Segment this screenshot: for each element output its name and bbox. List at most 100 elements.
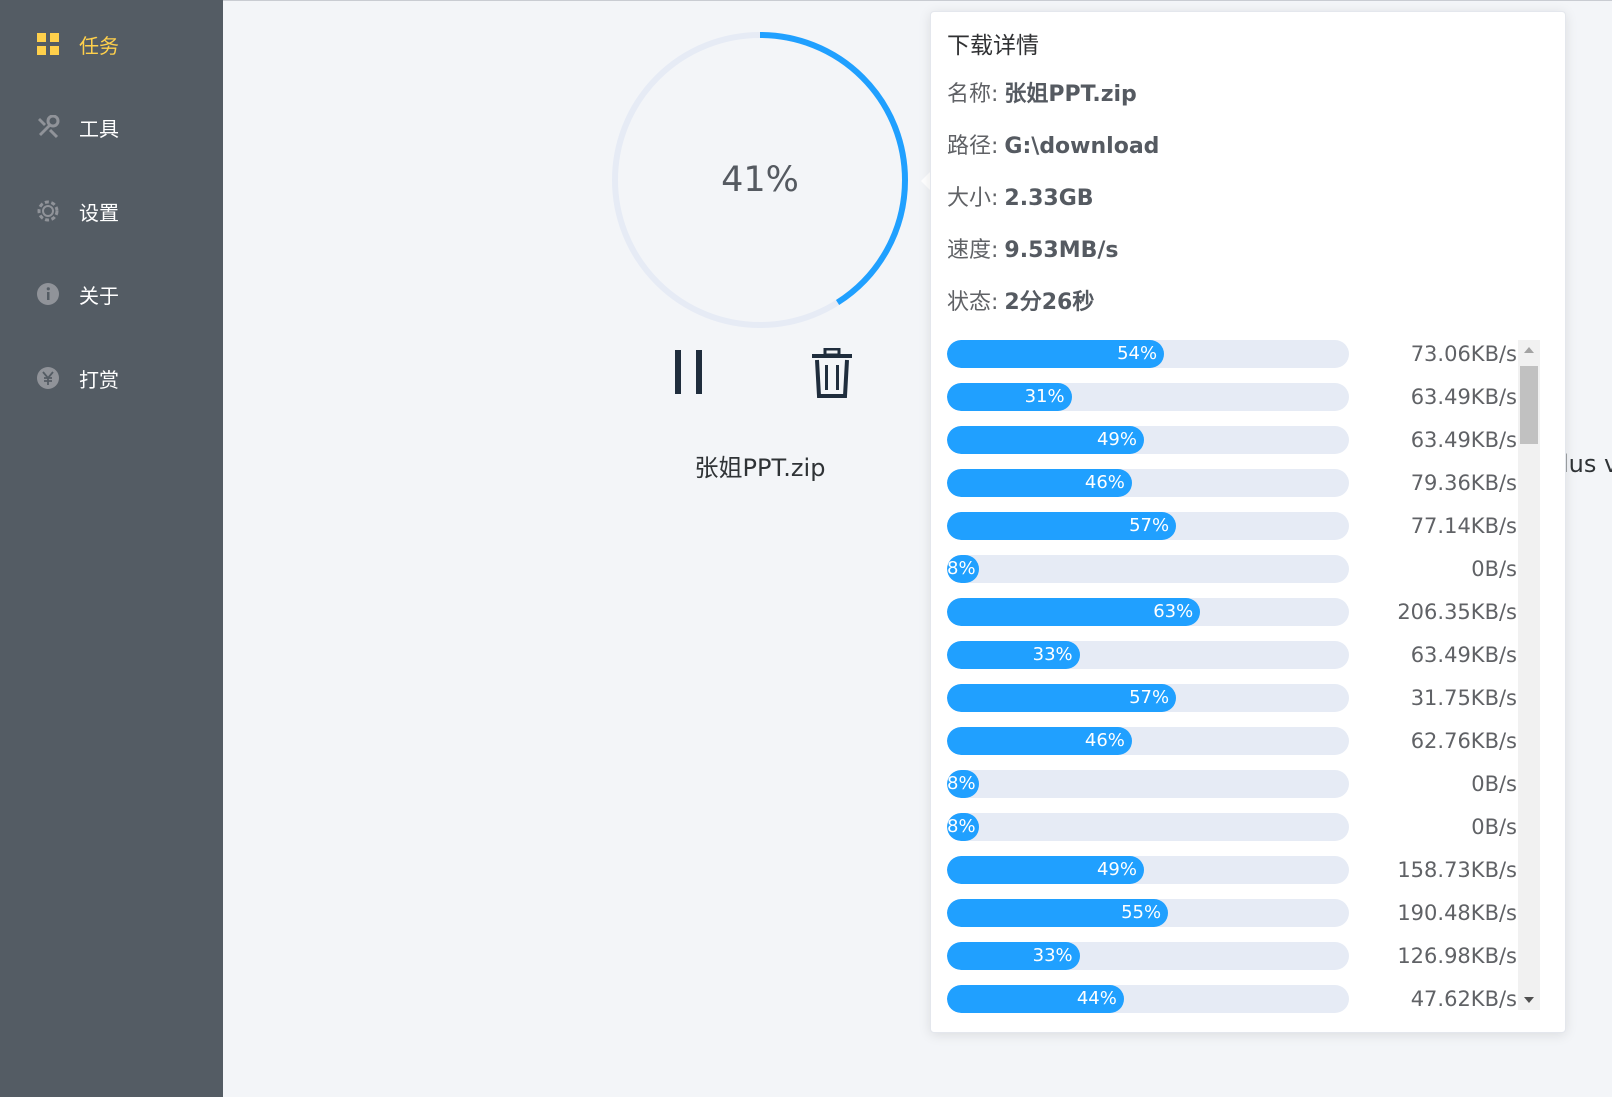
grid-icon xyxy=(37,33,59,55)
gear-icon xyxy=(37,200,59,222)
chunk-row: 63% 206.35KB/s xyxy=(947,598,1517,626)
popover-arrow xyxy=(921,172,930,190)
chunk-speed: 206.35KB/s xyxy=(1397,600,1517,624)
chunk-progress-bar: 46% xyxy=(947,469,1349,497)
chunk-progress-label: 44% xyxy=(1076,988,1117,1009)
chunk-progress-label: 46% xyxy=(1084,472,1125,493)
chunk-speed: 0B/s xyxy=(1471,772,1517,796)
sidebar-item-settings[interactable]: 设置 xyxy=(0,181,223,241)
chunk-row: 31% 63.49KB/s xyxy=(947,383,1517,411)
chunk-row: 8% 0B/s xyxy=(947,813,1517,841)
chunk-progress-bar: 33% xyxy=(947,641,1349,669)
chunk-speed: 73.06KB/s xyxy=(1410,342,1517,366)
chunk-speed: 62.76KB/s xyxy=(1410,729,1517,753)
sidebar-item-tasks[interactable]: 任务 xyxy=(0,14,223,74)
scrollbar-thumb[interactable] xyxy=(1520,366,1538,444)
chunk-progress-fill: 8% xyxy=(947,555,980,583)
chunk-progress-label: 33% xyxy=(1032,945,1073,966)
chunk-progress-bar: 54% xyxy=(947,340,1349,368)
chunk-row: 46% 62.76KB/s xyxy=(947,727,1517,755)
info-icon xyxy=(37,283,59,305)
chunk-progress-fill: 31% xyxy=(947,383,1072,411)
chunk-progress-bar: 31% xyxy=(947,383,1349,411)
chunk-row: 8% 0B/s xyxy=(947,555,1517,583)
sidebar-item-about[interactable]: 关于 xyxy=(0,264,223,324)
progress-percent: 41% xyxy=(721,160,799,200)
info-label: 状态: xyxy=(947,290,999,315)
info-name-row: 名称: 张姐PPT.zip xyxy=(947,76,1137,108)
chunk-progress-label: 55% xyxy=(1121,902,1162,923)
chunk-progress-label: 49% xyxy=(1096,859,1137,880)
sidebar-item-label: 任务 xyxy=(79,33,119,58)
chunk-progress-label: 63% xyxy=(1153,601,1194,622)
chunk-progress-label: 8% xyxy=(947,773,976,794)
chunk-progress-fill: 33% xyxy=(947,942,1080,970)
chunk-speed: 31.75KB/s xyxy=(1410,686,1517,710)
chunk-row: 49% 63.49KB/s xyxy=(947,426,1517,454)
sidebar: 任务 工具 设置 关于 打赏 xyxy=(0,0,223,1097)
chunk-row: 57% 31.75KB/s xyxy=(947,684,1517,712)
sidebar-item-label: 设置 xyxy=(79,200,119,225)
info-label: 大小: xyxy=(947,186,999,211)
chunk-row: 44% 47.62KB/s xyxy=(947,985,1517,1013)
chunk-progress-label: 31% xyxy=(1024,386,1065,407)
chunk-progress-bar: 63% xyxy=(947,598,1349,626)
next-card-peek: lus v xyxy=(1562,450,1612,478)
chunk-row: 55% 190.48KB/s xyxy=(947,899,1517,927)
chunk-progress-bar: 8% xyxy=(947,813,1349,841)
chunk-row: 57% 77.14KB/s xyxy=(947,512,1517,540)
chunk-progress-label: 8% xyxy=(947,558,976,579)
sidebar-item-label: 打赏 xyxy=(79,367,119,392)
chunk-row: 33% 63.49KB/s xyxy=(947,641,1517,669)
chunk-progress-fill: 63% xyxy=(947,598,1201,626)
info-status-row: 状态: 2分26秒 xyxy=(947,284,1094,316)
info-value: 9.53MB/s xyxy=(1004,238,1119,263)
wrench-icon xyxy=(38,115,60,139)
chunk-progress-bar: 33% xyxy=(947,942,1349,970)
chunk-progress-label: 8% xyxy=(947,816,976,837)
info-value: 2分26秒 xyxy=(1004,290,1095,315)
info-size-row: 大小: 2.33GB xyxy=(947,180,1094,212)
sidebar-item-tools[interactable]: 工具 xyxy=(0,97,223,157)
info-speed-row: 速度: 9.53MB/s xyxy=(947,232,1119,264)
chunk-speed: 77.14KB/s xyxy=(1410,514,1517,538)
chunk-list-scrollbar[interactable] xyxy=(1518,340,1540,1010)
chunk-progress-label: 57% xyxy=(1129,515,1170,536)
chunk-progress-fill: 49% xyxy=(947,856,1144,884)
chunk-progress-bar: 55% xyxy=(947,899,1349,927)
chunk-progress-fill: 57% xyxy=(947,512,1177,540)
chunk-progress-fill: 44% xyxy=(947,985,1124,1013)
chunk-speed: 0B/s xyxy=(1471,557,1517,581)
chunk-speed: 63.49KB/s xyxy=(1410,385,1517,409)
trash-icon[interactable] xyxy=(810,348,854,398)
scroll-down-arrow-icon[interactable] xyxy=(1518,990,1540,1010)
chunk-progress-bar: 8% xyxy=(947,555,1349,583)
scroll-up-arrow-icon[interactable] xyxy=(1518,340,1540,360)
chunk-speed: 63.49KB/s xyxy=(1410,643,1517,667)
chunk-progress-label: 57% xyxy=(1129,687,1170,708)
download-details-popover: 下载详情 名称: 张姐PPT.zip 路径: G:\download 大小: 2.33… xyxy=(930,11,1566,1033)
chunk-progress-fill: 49% xyxy=(947,426,1144,454)
sidebar-item-label: 关于 xyxy=(79,283,119,308)
chunk-row: 8% 0B/s xyxy=(947,770,1517,798)
info-label: 名称: xyxy=(947,82,999,107)
pause-icon[interactable] xyxy=(670,348,710,396)
chunk-progress-fill: 8% xyxy=(947,813,980,841)
info-label: 速度: xyxy=(947,238,999,263)
chunk-progress-bar: 46% xyxy=(947,727,1349,755)
chunk-progress-fill: 46% xyxy=(947,469,1132,497)
info-value: 张姐PPT.zip xyxy=(1004,82,1137,107)
chunk-progress-fill: 8% xyxy=(947,770,980,798)
chunk-progress-bar: 57% xyxy=(947,512,1349,540)
top-divider xyxy=(223,0,1612,1)
chunk-speed: 79.36KB/s xyxy=(1410,471,1517,495)
info-path-row: 路径: G:\download xyxy=(947,128,1159,160)
chunk-progress-fill: 57% xyxy=(947,684,1177,712)
sidebar-item-donate[interactable]: 打赏 xyxy=(0,348,223,408)
chunk-progress-fill: 46% xyxy=(947,727,1132,755)
chunk-progress-label: 46% xyxy=(1084,730,1125,751)
chunk-progress-label: 54% xyxy=(1117,343,1158,364)
chunk-row: 54% 73.06KB/s xyxy=(947,340,1517,368)
chunk-progress-bar: 8% xyxy=(947,770,1349,798)
chunk-progress-label: 33% xyxy=(1032,644,1073,665)
